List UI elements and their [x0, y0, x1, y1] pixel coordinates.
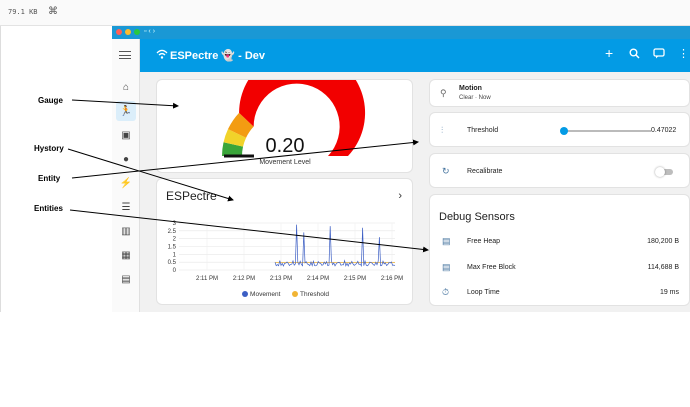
overview-icon[interactable]: ⌂: [116, 77, 136, 97]
lightning-icon[interactable]: ⚡: [116, 173, 136, 193]
recalibrate-toggle[interactable]: [655, 167, 673, 177]
legend-movement[interactable]: Movement: [250, 291, 280, 298]
refresh-icon: ↻: [442, 166, 450, 176]
y-tick-label: 3: [173, 221, 177, 227]
legend-threshold-swatch: [292, 291, 299, 298]
threshold-card: ⫶ Threshold 0.47022: [429, 112, 690, 147]
threshold-slider-track[interactable]: [563, 130, 651, 132]
sensor-icon[interactable]: 🏃: [116, 101, 136, 121]
assist-icon[interactable]: [653, 48, 665, 59]
chevron-right-icon[interactable]: ›: [398, 190, 402, 202]
x-tick-label: 2:15 PM: [344, 276, 366, 282]
motion-card[interactable]: ⚲ Motion Clear · Now: [429, 79, 690, 107]
list-icon[interactable]: ☰: [116, 197, 136, 217]
annotation-gauge: Gauge: [38, 96, 63, 105]
history-chart: 3 2.5 2 1.51 0.5 0 2:11 PM 2:12 PM 2:13 PM 2:14 P…: [168, 221, 404, 282]
more-icon[interactable]: ⋮: [678, 47, 689, 60]
debug-sensors-card: Debug Sensors ▤ Free Heap 180,200 B ▤ Ma…: [429, 194, 690, 306]
annotation-entities: Entities: [34, 204, 63, 213]
loop-time-value: 19 ms: [659, 289, 679, 296]
y-tick-label: 0: [173, 268, 177, 274]
maximize-window-button[interactable]: [134, 29, 140, 35]
legend-movement-swatch: [242, 291, 249, 298]
gauge-card[interactable]: 0.20 Movement Level: [156, 49, 413, 173]
add-icon[interactable]: +: [605, 45, 613, 61]
loop-time-label[interactable]: Loop Time: [467, 289, 500, 296]
y-tick-label: 2.5: [168, 229, 177, 235]
threshold-label: Threshold: [467, 127, 499, 134]
search-icon[interactable]: [629, 48, 640, 59]
threshold-value: 0.47022: [651, 127, 677, 134]
gauge-label: Movement Level: [259, 159, 311, 166]
max-free-block-label[interactable]: Max Free Block: [467, 264, 516, 271]
free-heap-value: 180,200 B: [647, 238, 679, 245]
close-window-button[interactable]: [116, 29, 122, 35]
annotation-area: Gauge Hystory Entity Entities: [0, 26, 112, 312]
recalibrate-label: Recalibrate: [467, 168, 503, 175]
recalibrate-card: ↻ Recalibrate: [429, 153, 690, 188]
minimize-window-button[interactable]: [125, 29, 131, 35]
window-titlebar: ▫ ‹ ›: [112, 26, 690, 39]
annotation-history: Hystory: [34, 144, 64, 153]
gauge-value: 0.20: [266, 135, 305, 157]
free-heap-label[interactable]: Free Heap: [467, 238, 500, 245]
calendar-icon[interactable]: ▦: [116, 245, 136, 265]
max-free-block-value: 114,688 B: [647, 264, 679, 271]
motion-title: Motion: [459, 85, 482, 92]
media-icon[interactable]: ▤: [116, 269, 136, 289]
y-tick-label: 2: [173, 237, 177, 243]
file-info-bar: 79.1 KB ⌘: [0, 0, 690, 26]
annotation-entity: Entity: [38, 174, 61, 183]
history-card[interactable]: ESPectre › 3 2.5 2 1.5 1 0.5 0 2:11 PM 2:12 PM 2:…: [156, 178, 413, 305]
y-tick-label: 1: [173, 252, 177, 258]
debug-title: Debug Sensors: [439, 211, 515, 223]
history-title: ESPectre: [166, 189, 217, 203]
x-tick-label: 2:16 PM: [381, 276, 403, 282]
timer-icon: ⏱: [442, 287, 450, 297]
app-title: ESPectre 👻 - Dev: [170, 50, 266, 62]
legend-threshold[interactable]: Threshold: [300, 291, 329, 298]
x-tick-label: 2:12 PM: [233, 276, 255, 282]
y-tick-label: 1.5: [168, 245, 177, 251]
sidebar: ⌂ 🏃 ▣ ● ⚡ ☰ ▥ ▦ ▤: [112, 39, 140, 312]
gauge-svg: 0.20 Movement Level: [222, 49, 366, 166]
app-window: ▫ ‹ › ⌂ 🏃 ▣ ● ⚡ ☰ ▥ ▦ ▤ ESPectre 👻 - Dev…: [112, 26, 690, 312]
x-tick-label: 2:11 PM: [196, 276, 218, 282]
menu-icon[interactable]: [119, 51, 131, 59]
x-tick-label: 2:13 PM: [270, 276, 292, 282]
memory-icon: ▤: [442, 236, 451, 246]
history-legend: Movement Threshold: [157, 291, 414, 298]
motion-sensor-icon: ⚲: [440, 88, 447, 98]
chart-icon[interactable]: ▥: [116, 221, 136, 241]
command-icon: ⌘: [48, 6, 58, 17]
motion-state: Clear · Now: [459, 95, 491, 101]
recalibrate-toggle-knob: [655, 167, 665, 177]
y-tick-label: 0.5: [168, 260, 177, 266]
file-size: 79.1 KB: [8, 8, 38, 16]
app-bar: ESPectre 👻 - Dev + ⋮: [140, 39, 690, 72]
window-nav-icons[interactable]: ▫ ‹ ›: [144, 28, 155, 35]
person-icon[interactable]: ▣: [116, 125, 136, 145]
wifi-icon: [156, 49, 168, 59]
x-tick-label: 2:14 PM: [307, 276, 329, 282]
energy-icon[interactable]: ●: [116, 149, 136, 169]
memory-block-icon: ▤: [442, 262, 451, 272]
tune-icon: ⫶: [441, 125, 444, 135]
threshold-slider-handle[interactable]: [560, 127, 568, 135]
